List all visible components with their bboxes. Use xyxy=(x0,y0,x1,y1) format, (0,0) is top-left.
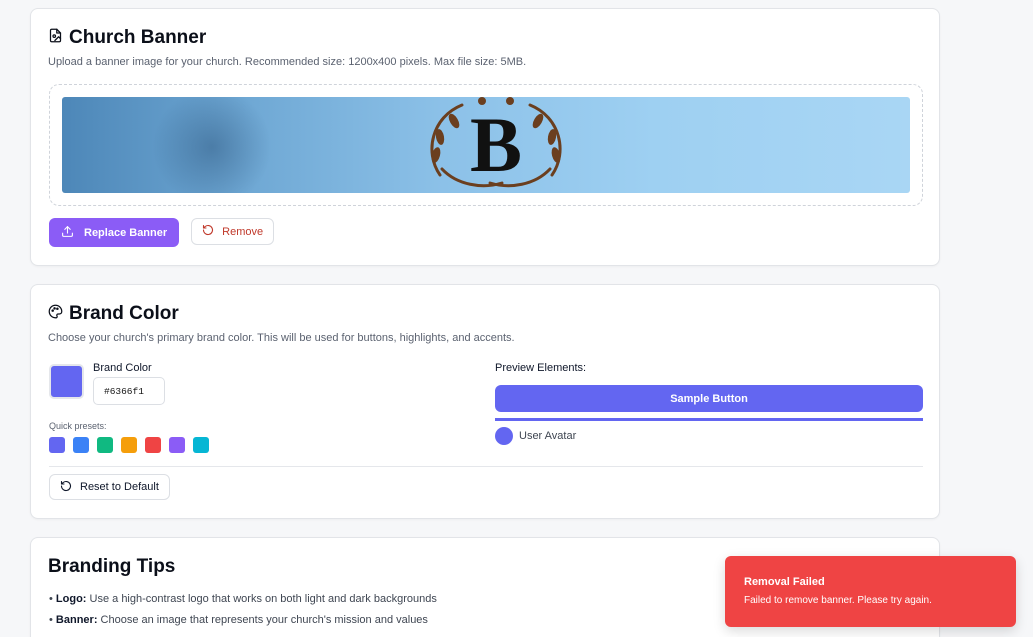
rotate-ccw-icon xyxy=(60,480,72,495)
tip-item: • Logo: Use a high-contrast logo that wo… xyxy=(49,593,437,605)
error-toast[interactable]: Removal Failed Failed to remove banner. … xyxy=(725,556,1016,627)
church-banner-card: Church Banner Upload a banner image for … xyxy=(30,8,940,266)
replace-banner-button[interactable]: Replace Banner xyxy=(49,218,180,247)
brand-card-title: Brand Color xyxy=(69,303,179,324)
quick-presets-label: Quick presets: xyxy=(49,421,107,431)
upload-icon xyxy=(61,225,74,241)
remove-banner-label: Remove xyxy=(222,225,264,238)
palette-icon xyxy=(48,303,63,325)
divider xyxy=(49,466,923,467)
toast-message: Failed to remove banner. Please try agai… xyxy=(744,595,932,606)
tip-logo-label: Logo: xyxy=(55,593,87,605)
tip-banner-text: Choose an image that represents your chu… xyxy=(97,614,428,626)
brand-card-description: Choose your church's primary brand color… xyxy=(48,332,515,344)
banner-actions: Replace Banner Remove xyxy=(49,218,275,247)
reset-to-default-button[interactable]: Reset to Default xyxy=(49,474,170,500)
preset-amber[interactable] xyxy=(121,437,137,453)
banner-logo-letter: B xyxy=(469,101,523,188)
quick-presets xyxy=(49,437,209,453)
tip-logo-text: Use a high-contrast logo that works on b… xyxy=(86,593,437,605)
brand-card-header: Brand Color xyxy=(48,303,922,325)
preset-blue[interactable] xyxy=(73,437,89,453)
remove-banner-button[interactable]: Remove xyxy=(191,218,275,245)
banner-card-description: Upload a banner image for your church. R… xyxy=(48,56,527,68)
accent-line-preview xyxy=(495,418,923,421)
sample-button[interactable]: Sample Button xyxy=(495,385,923,412)
preview-elements-label: Preview Elements: xyxy=(495,362,587,374)
reset-to-default-label: Reset to Default xyxy=(80,481,159,493)
banner-card-title: Church Banner xyxy=(69,27,207,48)
banner-card-header: Church Banner xyxy=(48,27,922,49)
toast-title: Removal Failed xyxy=(744,576,825,588)
preset-red[interactable] xyxy=(145,437,161,453)
replace-banner-label: Replace Banner xyxy=(84,226,168,239)
brand-color-card: Brand Color Choose your church's primary… xyxy=(30,284,940,519)
brand-color-hex-input[interactable] xyxy=(93,377,165,405)
brand-color-picker[interactable] xyxy=(49,364,84,399)
banner-dropzone[interactable]: B xyxy=(49,84,923,206)
preset-cyan[interactable] xyxy=(193,437,209,453)
preset-green[interactable] xyxy=(97,437,113,453)
banner-image: B xyxy=(62,97,910,193)
rotate-ccw-icon xyxy=(202,224,214,239)
tip-item: • Banner: Choose an image that represent… xyxy=(49,614,428,626)
image-file-icon xyxy=(48,27,63,49)
tip-banner-label: Banner: xyxy=(55,614,98,626)
avatar xyxy=(495,427,513,445)
preset-indigo[interactable] xyxy=(49,437,65,453)
user-avatar-label: User Avatar xyxy=(519,430,577,442)
preset-purple[interactable] xyxy=(169,437,185,453)
brand-color-label: Brand Color xyxy=(93,362,152,374)
